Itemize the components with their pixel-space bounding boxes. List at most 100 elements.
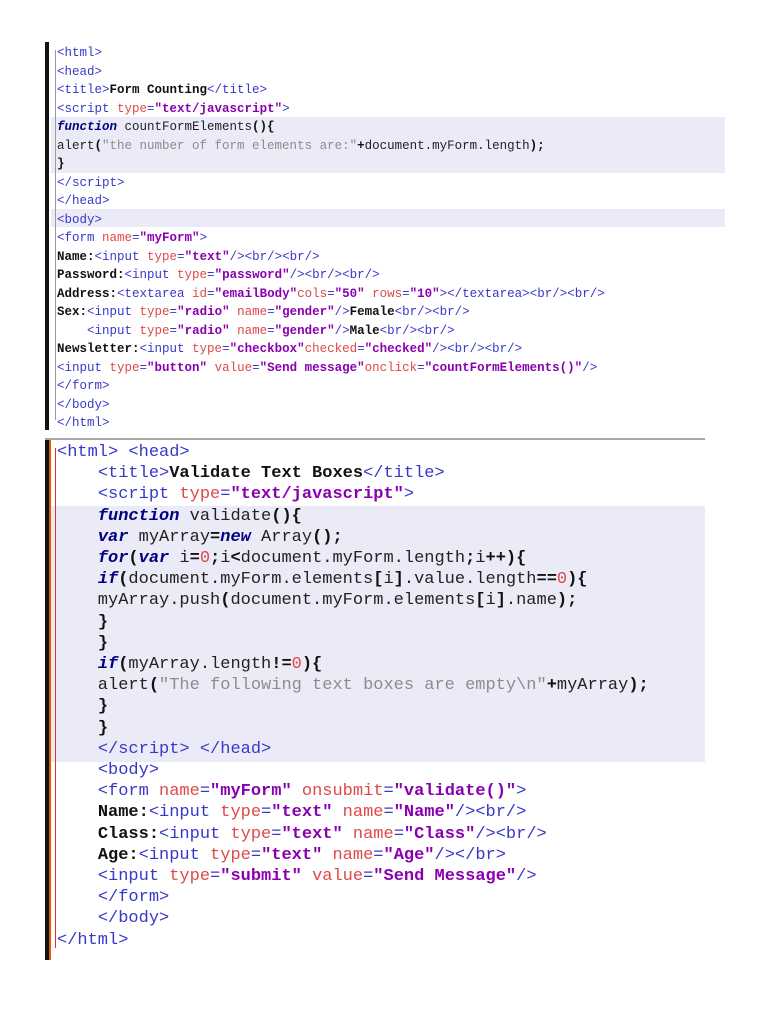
code-token: (){ [252,120,275,134]
code-line: </html> [57,930,128,951]
code-token: name [332,803,384,823]
code-token: name [229,305,268,319]
code-token: </html> [57,416,110,430]
code-line: function validate(){ [57,506,302,527]
code-token: "Send message" [259,360,365,375]
code-token: type [109,360,140,375]
code-token: <html> <head> [57,443,190,462]
code-token: <input [124,268,178,282]
code-token: Sex: [57,305,88,319]
code-token: = [267,323,275,338]
code-token: ); [556,591,578,611]
code-token: = [417,360,425,375]
code-token: <input [87,305,140,319]
code-token: /> [334,323,350,338]
code-token: <head> [57,64,103,79]
code-token: var [138,549,170,568]
code-token: = [199,782,211,802]
code-token: = [207,268,215,282]
code-token: ( [94,138,103,153]
code-token: Newsletter: [57,342,140,356]
code-token: i [383,570,394,590]
code-token: = [393,824,404,844]
code-token: <html> [57,46,103,60]
code-token: = [383,782,394,802]
code-token: = [210,527,221,547]
code-token: [ [475,591,486,611]
code-token: (); [312,527,343,547]
code-token: name [159,782,200,802]
code-token: /> [334,305,350,319]
code-token: = [132,231,140,245]
code-token: <br/><br/> [394,305,470,319]
code-token: type [139,323,170,338]
code-token: </form> [97,888,170,908]
code-line: </form> [57,887,169,908]
code-token: = [250,845,262,865]
editor-margin-bar [45,42,49,430]
code-line: alert("The following text boxes are empt… [57,675,649,696]
code-token: myArray.push [57,591,221,611]
code-token: > [199,231,208,245]
code-line: Sex:<input type="radio" name="gender"/>F… [57,303,470,322]
code-token: /><br/><br/> [229,249,320,264]
code-token: "the number of form elements are:" [102,138,358,153]
code-token: document.myForm.elements [128,570,374,590]
code-token: value [301,867,364,886]
code-line: <input type="radio" name="gender"/>Male<… [57,322,455,341]
code-line: Class:<input type="text" name="Class"/><… [57,824,547,845]
code-token: "myForm" [139,231,200,245]
code-token: <title> [97,464,170,484]
code-token: 0 [199,549,211,568]
code-token: ( [128,549,139,568]
code-token: type [210,845,251,865]
code-token: <script [57,101,118,116]
code-token: countFormElements [117,120,253,134]
code-line: Address:<textarea id="emailBody"cols="50… [57,285,605,304]
code-token: "gender" [274,323,335,338]
code-token: <body> [97,761,160,780]
code-token: alert [57,676,149,696]
code-line: <script type="text/javascript"> [57,100,290,119]
code-line: Password:<input type="password"/><br/><b… [57,266,380,285]
code-token: "text/javascript" [230,485,404,505]
code-line: if(document.myForm.elements[i].value.len… [57,569,588,590]
code-token: = [147,101,155,116]
code-token: type [147,249,178,264]
code-token: = [327,286,335,301]
code-token: "button" [147,360,208,375]
code-token: <input [57,360,110,375]
code-line: </form> [57,377,110,396]
code-token: ] [495,591,506,611]
code-token: = [207,286,215,301]
code-token: "password" [214,268,290,282]
code-token: "text" [261,845,323,865]
code-token: type [192,342,223,356]
code-line: Age:<input type="text" name="Age"/></br> [57,845,506,866]
code-token: 0 [556,570,568,590]
code-token: "radio" [177,323,230,338]
code-token: /><br/><br/> [432,342,523,356]
code-token: Array [250,527,313,547]
code-line: <head> [57,63,102,82]
code-line: for(var i=0;i<document.myForm.length;i++… [57,548,527,569]
code-token: <input [87,323,140,338]
code-token: type [230,824,272,844]
code-token: id [192,286,208,301]
fold-line [55,448,56,948]
code-token: "Send Message" [373,867,517,886]
code-token: = [252,360,260,375]
code-line: <form name="myForm" onsubmit="validate()… [57,781,527,802]
code-token: = [139,360,148,375]
code-token: value [207,360,253,375]
code-token: name [102,231,133,245]
